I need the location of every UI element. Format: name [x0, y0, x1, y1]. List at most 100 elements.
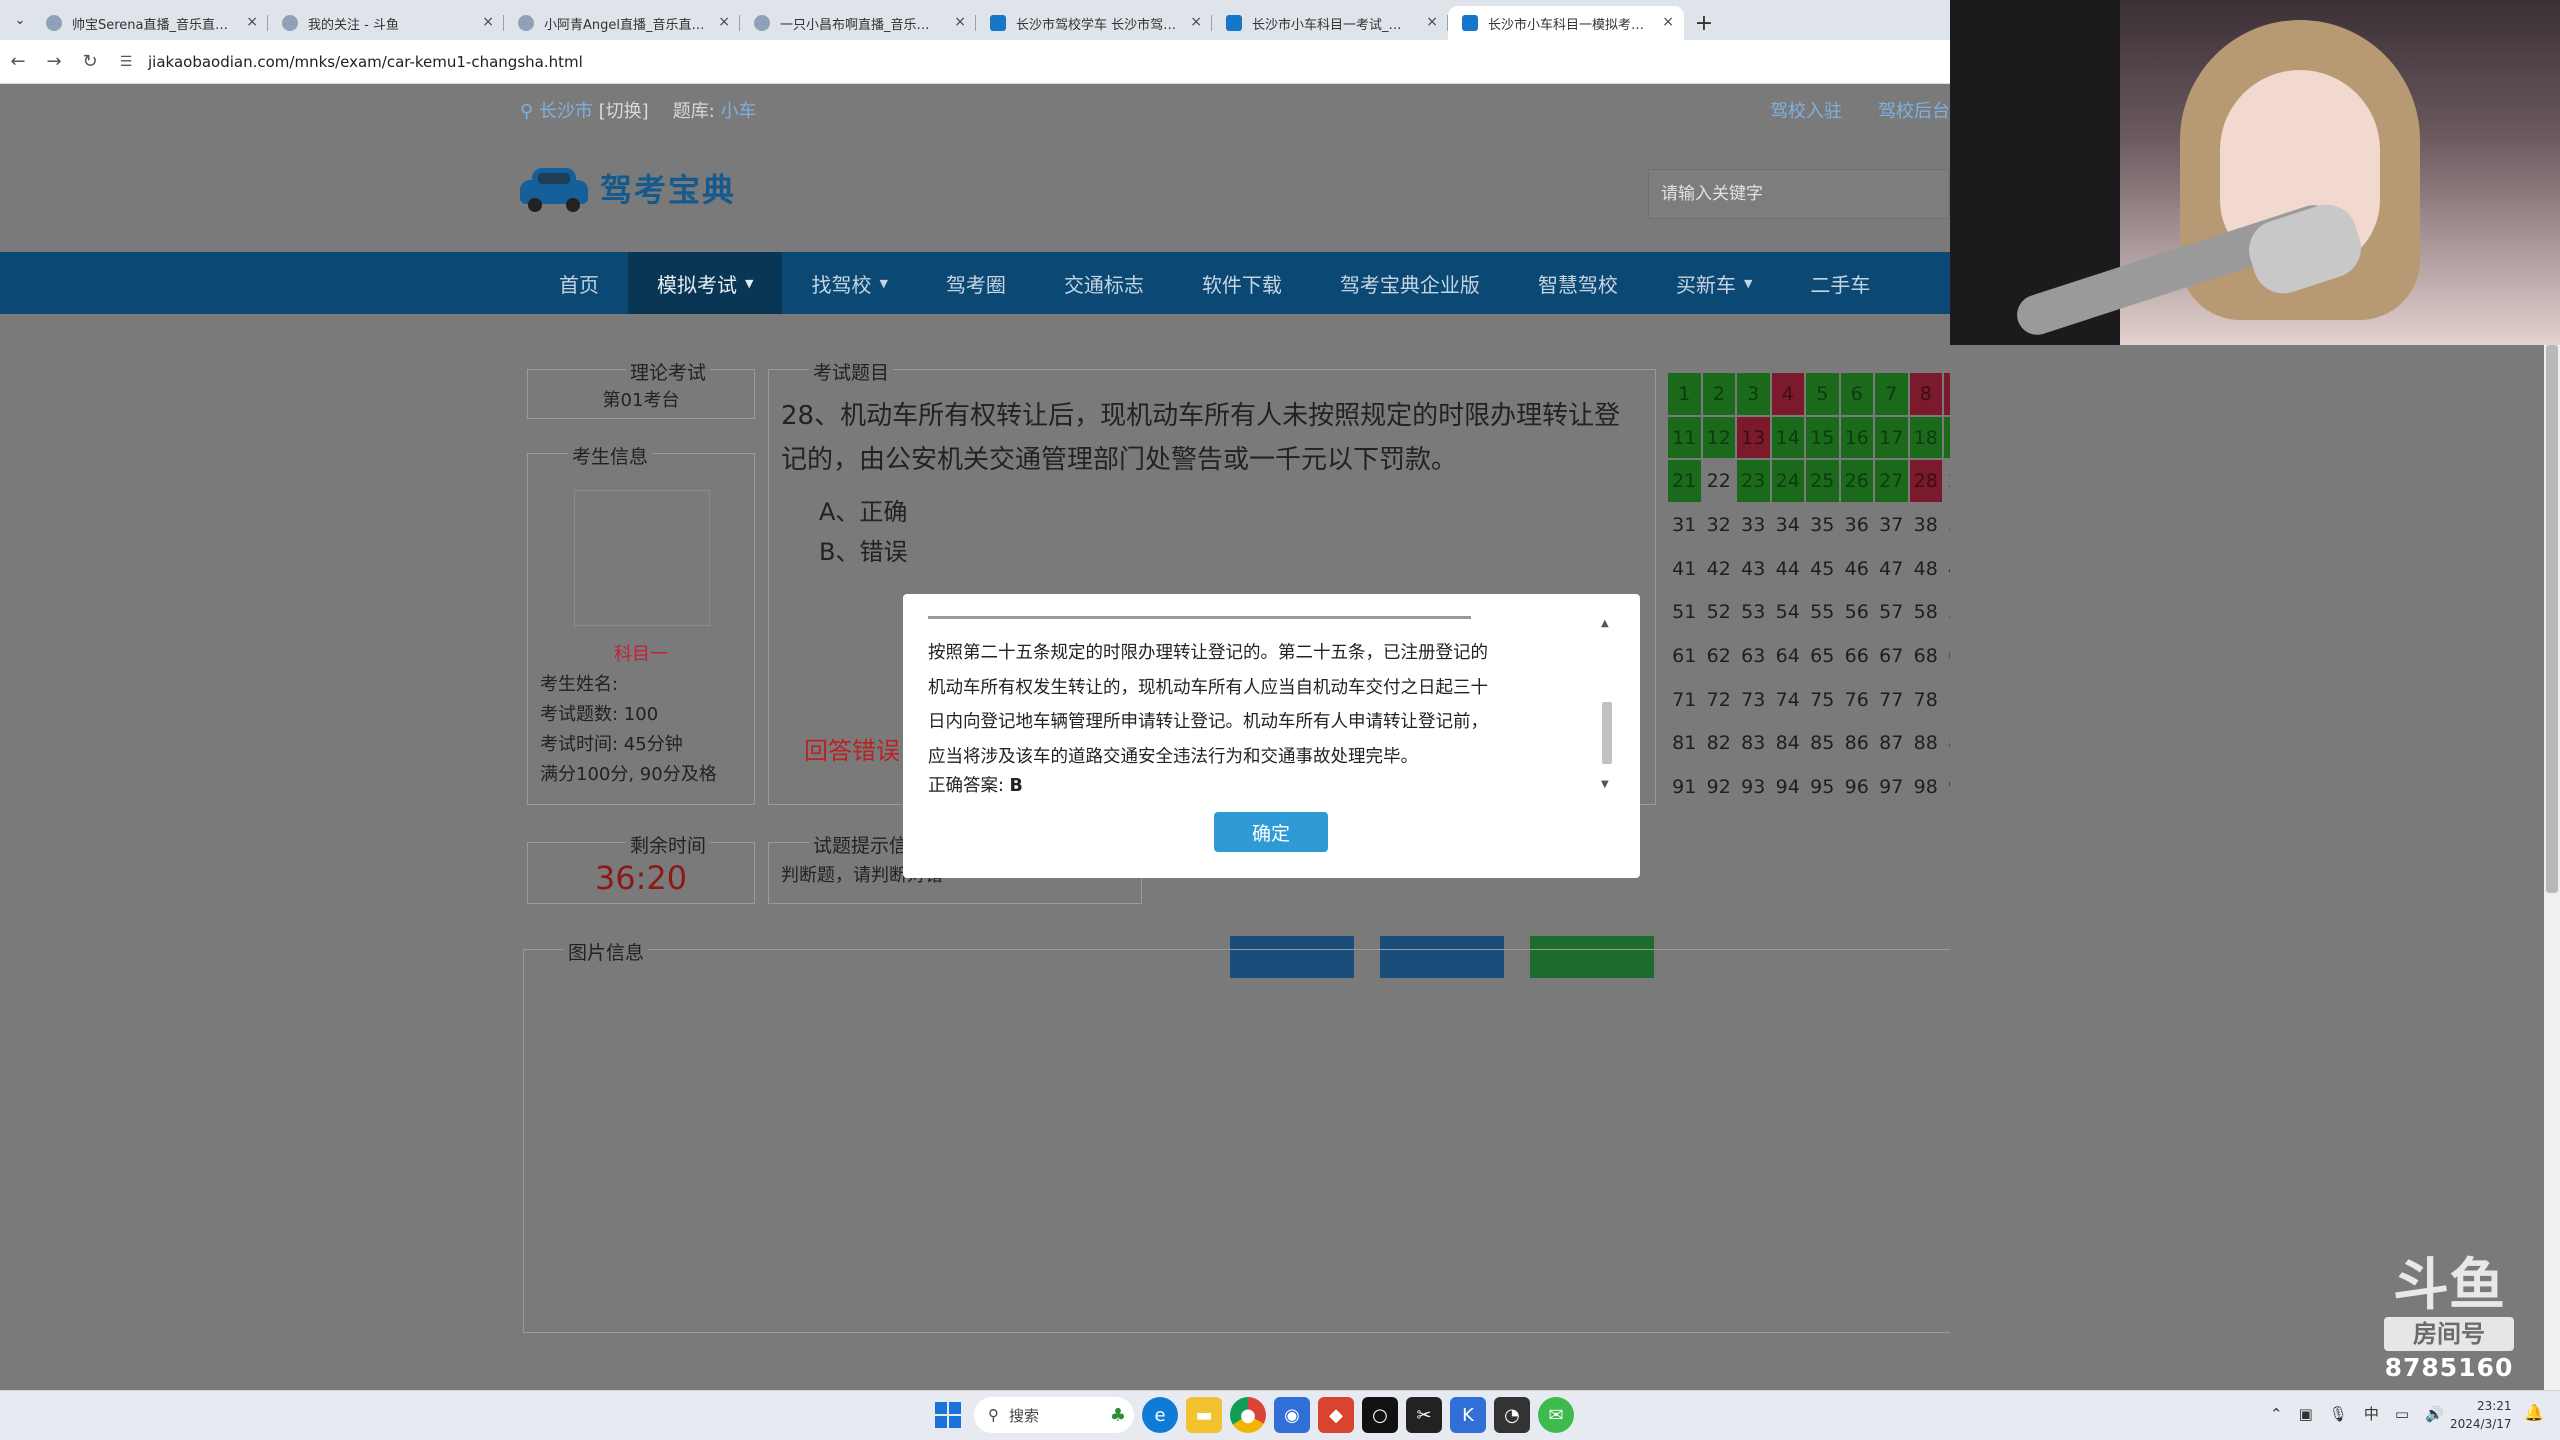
question-number-cell[interactable]: 71 — [1667, 677, 1702, 722]
question-number-cell[interactable]: 39 — [1943, 503, 1950, 547]
city-switch[interactable]: [切换] — [599, 101, 649, 122]
question-number-cell[interactable]: 68 — [1908, 634, 1943, 678]
question-number-cell[interactable]: 64 — [1770, 634, 1805, 678]
ime-indicator[interactable]: 中 — [2364, 1403, 2379, 1424]
question-number-cell[interactable]: 86 — [1839, 721, 1874, 766]
question-number-cell[interactable]: 29 — [1943, 459, 1950, 504]
nav-item[interactable]: 二手车 — [1781, 252, 1899, 314]
dialog-scrollbar[interactable]: ▲ ▼ — [1600, 618, 1614, 790]
question-number-cell[interactable]: 36 — [1839, 503, 1874, 547]
browser-tab[interactable]: 长沙市小车科目一模拟考试考试 × — [1448, 6, 1684, 40]
close-tab-icon[interactable]: × — [954, 14, 966, 30]
scroll-down-icon[interactable]: ▼ — [1601, 779, 1609, 790]
question-number-cell[interactable]: 44 — [1770, 546, 1805, 591]
question-number-cell[interactable]: 96 — [1839, 765, 1874, 809]
browser-tab[interactable]: 帅宝Serena直播_音乐直播_斗鱼 × — [32, 6, 268, 40]
tab-list-chevron-icon[interactable]: ⌄ — [8, 0, 32, 40]
question-number-cell[interactable]: 94 — [1770, 765, 1805, 809]
question-number-cell[interactable]: 2 — [1701, 372, 1736, 416]
question-number-cell[interactable]: 83 — [1736, 721, 1771, 766]
volume-icon[interactable]: 🔊 — [2425, 1405, 2444, 1423]
question-number-cell[interactable]: 67 — [1874, 634, 1909, 678]
question-number-cell[interactable]: 22 — [1701, 459, 1736, 504]
dialog-scroll-thumb[interactable] — [1602, 702, 1612, 764]
question-number-cell[interactable]: 14 — [1770, 415, 1805, 460]
scroll-up-icon[interactable]: ▲ — [1601, 618, 1609, 629]
question-number-cell[interactable]: 1 — [1667, 372, 1702, 416]
question-number-cell[interactable]: 72 — [1701, 677, 1736, 722]
question-number-cell[interactable]: 19 — [1943, 415, 1950, 460]
new-tab-button[interactable]: + — [1684, 6, 1724, 40]
question-number-cell[interactable]: 57 — [1874, 590, 1909, 635]
question-number-cell[interactable]: 66 — [1839, 634, 1874, 678]
question-number-cell[interactable]: 43 — [1736, 546, 1771, 591]
question-number-cell[interactable]: 54 — [1770, 590, 1805, 635]
site-search-input[interactable] — [1648, 169, 1950, 219]
question-number-cell[interactable]: 82 — [1701, 721, 1736, 766]
windows-start-icon[interactable] — [930, 1397, 966, 1433]
question-number-cell[interactable]: 42 — [1701, 546, 1736, 591]
question-number-cell[interactable]: 26 — [1839, 459, 1874, 504]
file-explorer-icon[interactable]: ▬ — [1186, 1397, 1222, 1433]
close-tab-icon[interactable]: × — [482, 14, 494, 30]
browser-tab[interactable]: 一只小昌布啊直播_音乐直播_斗鱼 × — [740, 6, 976, 40]
question-number-cell[interactable]: 34 — [1770, 503, 1805, 547]
question-number-cell[interactable]: 46 — [1839, 546, 1874, 591]
question-number-cell[interactable]: 49 — [1943, 546, 1950, 591]
question-number-cell[interactable]: 63 — [1736, 634, 1771, 678]
question-number-cell[interactable]: 8 — [1908, 372, 1943, 416]
wechat-icon[interactable]: ✉ — [1538, 1397, 1574, 1433]
question-number-cell[interactable]: 45 — [1805, 546, 1840, 591]
city-selector[interactable]: ⚲ 长沙市 [切换] — [520, 97, 649, 123]
close-tab-icon[interactable]: × — [1662, 14, 1674, 30]
browser-tab[interactable]: 小阿青Angel直播_音乐直播_斗鱼 × — [504, 6, 740, 40]
question-number-cell[interactable]: 11 — [1667, 415, 1702, 460]
nav-item[interactable]: 驾考圈 — [917, 252, 1035, 314]
microphone-icon[interactable]: 🎙 — [2329, 1405, 2348, 1423]
edge-browser-icon[interactable]: e — [1142, 1397, 1178, 1433]
question-number-cell[interactable]: 84 — [1770, 721, 1805, 766]
capcut-icon[interactable]: ✂ — [1406, 1397, 1442, 1433]
question-number-cell[interactable]: 95 — [1805, 765, 1840, 809]
school-join-link[interactable]: 驾校入驻 — [1770, 97, 1842, 123]
forward-arrow-icon[interactable]: → — [36, 44, 72, 80]
url-text[interactable]: jiakaobaodian.com/mnks/exam/car-kemu1-ch… — [148, 53, 583, 71]
question-number-cell[interactable]: 23 — [1736, 459, 1771, 504]
app-black-icon[interactable]: ○ — [1362, 1397, 1398, 1433]
site-logo[interactable]: 驾考宝典 — [520, 165, 736, 212]
question-number-cell[interactable]: 87 — [1874, 721, 1909, 766]
close-tab-icon[interactable]: × — [718, 14, 730, 30]
question-number-cell[interactable]: 21 — [1667, 459, 1702, 504]
bank-value[interactable]: 小车 — [721, 101, 757, 122]
question-number-cell[interactable]: 37 — [1874, 503, 1909, 547]
page-scrollbar-thumb[interactable] — [2546, 345, 2558, 893]
question-number-cell[interactable]: 62 — [1701, 634, 1736, 678]
reload-icon[interactable]: ↻ — [72, 44, 108, 80]
question-number-cell[interactable]: 58 — [1908, 590, 1943, 635]
question-number-cell[interactable]: 81 — [1667, 721, 1702, 766]
question-number-cell[interactable]: 18 — [1908, 415, 1943, 460]
system-clock[interactable]: 23:21 2024/3/17 — [2450, 1397, 2512, 1433]
nav-item[interactable]: 软件下载 — [1173, 252, 1311, 314]
question-number-cell[interactable]: 48 — [1908, 546, 1943, 591]
question-number-cell[interactable]: 89 — [1943, 721, 1950, 766]
taskbar-search[interactable]: ⚲ 搜索 ♣ — [974, 1397, 1134, 1433]
browser-tab[interactable]: 长沙市驾校学车 长沙市驾校报名 × — [976, 6, 1212, 40]
question-number-cell[interactable]: 91 — [1667, 765, 1702, 809]
chrome-icon[interactable]: ● — [1230, 1397, 1266, 1433]
question-number-cell[interactable]: 74 — [1770, 677, 1805, 722]
question-number-cell[interactable]: 88 — [1908, 721, 1943, 766]
question-number-cell[interactable]: 12 — [1701, 415, 1736, 460]
question-number-cell[interactable]: 35 — [1805, 503, 1840, 547]
browser-tab[interactable]: 我的关注 - 斗鱼 × — [268, 6, 504, 40]
question-number-cell[interactable]: 24 — [1770, 459, 1805, 504]
back-arrow-icon[interactable]: ← — [0, 44, 36, 80]
city-name[interactable]: 长沙市 — [539, 101, 593, 122]
question-number-cell[interactable]: 7 — [1874, 372, 1909, 416]
network-icon[interactable]: ▭ — [2395, 1405, 2409, 1423]
question-number-cell[interactable]: 31 — [1667, 503, 1702, 547]
question-number-cell[interactable]: 77 — [1874, 677, 1909, 722]
nav-item[interactable]: 模拟考试 ▼ — [628, 252, 783, 314]
address-bar[interactable]: ☰ jiakaobaodian.com/mnks/exam/car-kemu1-… — [116, 53, 583, 71]
nav-item[interactable]: 智慧驾校 — [1509, 252, 1647, 314]
